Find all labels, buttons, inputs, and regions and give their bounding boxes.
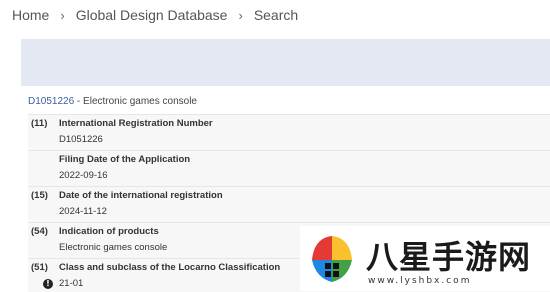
field-value: 21-01 <box>59 278 84 289</box>
field-code: (15) <box>31 190 48 201</box>
field-label: Filing Date of the Application <box>59 154 191 165</box>
field-code: (54) <box>31 226 48 237</box>
chevron-right-icon: › <box>60 7 65 23</box>
breadcrumb-home[interactable]: Home <box>12 7 49 23</box>
watermark-text: 八星手游网 <box>366 238 532 276</box>
breadcrumb: Home › Global Design Database › Search <box>12 7 298 23</box>
info-icon[interactable]: ! <box>43 279 53 289</box>
field-label: International Registration Number <box>59 118 213 129</box>
field-value: Electronic games console <box>59 242 168 253</box>
image-banner <box>21 39 550 86</box>
record-id-link[interactable]: D1051226 <box>28 96 74 107</box>
record-title-separator: - <box>74 96 84 107</box>
breadcrumb-global-design-database[interactable]: Global Design Database <box>76 7 228 23</box>
breadcrumb-search[interactable]: Search <box>254 7 298 23</box>
field-value: 2024-11-12 <box>59 206 107 217</box>
field-date-international-registration: (15) Date of the international registrat… <box>28 186 550 222</box>
field-label: Date of the international registration <box>59 190 223 201</box>
field-value: D1051226 <box>59 134 103 145</box>
field-filing-date: Filing Date of the Application 2022-09-1… <box>28 150 550 186</box>
field-label: Class and subclass of the Locarno Classi… <box>59 262 281 273</box>
watermark-url: www.lyshbx.com <box>368 276 472 286</box>
chevron-right-icon: › <box>238 7 243 23</box>
field-international-registration-number: (11) International Registration Number D… <box>28 114 550 150</box>
record-title: D1051226 - Electronic games console <box>28 96 197 107</box>
field-label: Indication of products <box>59 226 159 237</box>
watermark: 八星手游网 www.lyshbx.com <box>300 226 550 291</box>
record-title-text: Electronic games console <box>83 96 197 107</box>
field-code: (51) <box>31 262 48 273</box>
field-value: 2022-09-16 <box>59 170 108 181</box>
field-code: (11) <box>31 118 48 129</box>
watermark-logo-icon <box>312 236 352 282</box>
